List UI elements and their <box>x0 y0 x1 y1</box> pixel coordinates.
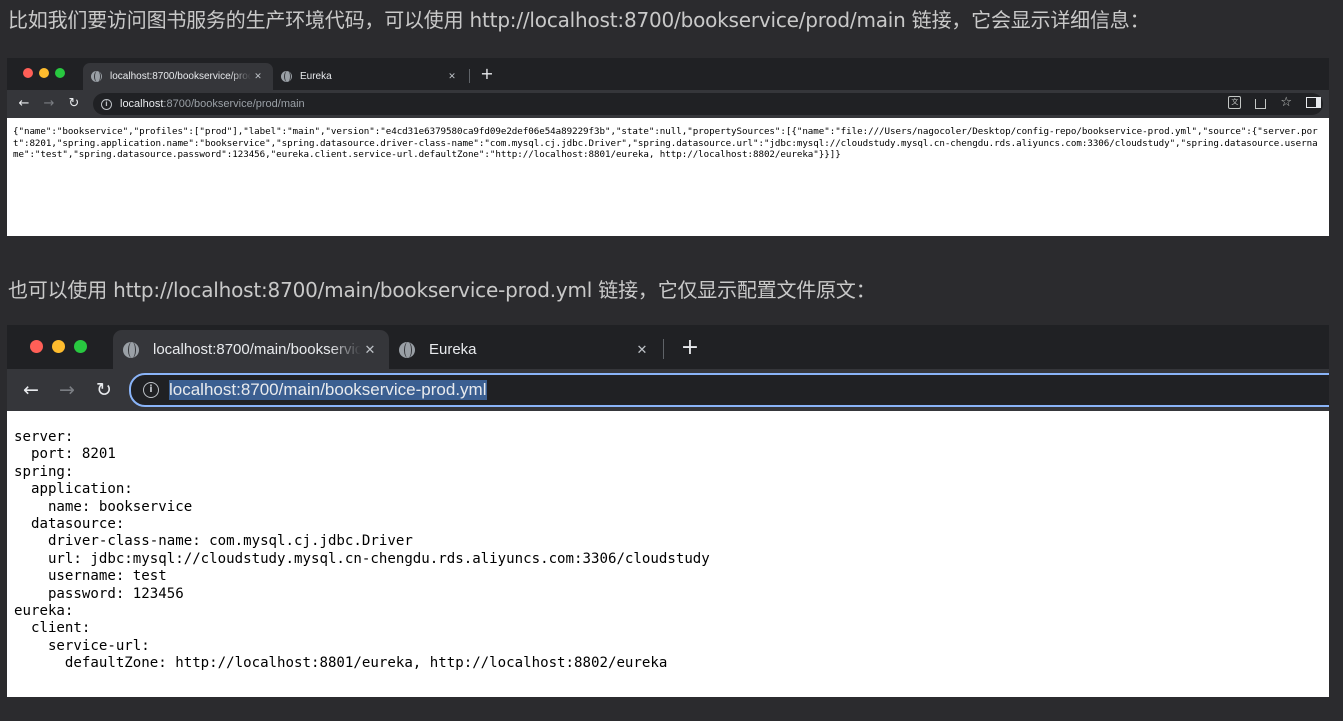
share-icon[interactable] <box>1255 99 1267 109</box>
tab-strip: localhost:8700/main/bookservice-prod.yml… <box>7 325 1329 369</box>
close-tab-icon[interactable]: ✕ <box>361 342 379 358</box>
translate-icon[interactable]: 文 <box>1228 96 1242 109</box>
json-response: {"name":"bookservice","profiles":["prod"… <box>13 126 1318 160</box>
tab-title: localhost:8700/main/bookservice-prod.yml <box>153 341 361 358</box>
new-tab-button[interactable]: + <box>477 64 497 84</box>
minimize-window-button[interactable] <box>52 340 65 353</box>
reload-button[interactable]: ↻ <box>92 378 116 402</box>
tab-bookservice-prod-yml[interactable]: localhost:8700/main/bookservice-prod.yml… <box>113 330 389 369</box>
tab-eureka[interactable]: Eureka ✕ <box>273 63 467 90</box>
info-icon[interactable]: i <box>143 382 159 398</box>
zoom-window-button[interactable] <box>55 68 65 78</box>
new-tab-button[interactable]: + <box>677 335 703 361</box>
close-tab-icon[interactable]: ✕ <box>445 71 459 82</box>
address-bar[interactable]: i localhost:8700/bookservice/prod/main <box>93 93 1323 115</box>
tab-separator <box>469 69 470 83</box>
close-tab-icon[interactable]: ✕ <box>251 71 265 82</box>
forward-button[interactable]: → <box>55 378 79 402</box>
browser-toolbar: ← → ↻ i localhost:8700/bookservice/prod/… <box>7 90 1329 118</box>
close-window-button[interactable] <box>30 340 43 353</box>
browser-window-small: localhost:8700/bookservice/prod/main ✕ E… <box>7 58 1329 236</box>
globe-icon <box>91 71 102 82</box>
tab-title: localhost:8700/bookservice/prod/main <box>110 71 251 82</box>
sidepanel-icon[interactable] <box>1306 97 1321 108</box>
forward-button[interactable]: → <box>40 95 58 113</box>
close-window-button[interactable] <box>23 68 33 78</box>
tab-eureka[interactable]: Eureka ✕ <box>389 330 661 369</box>
url-host: localhost <box>120 98 164 110</box>
url-path: :8700/bookservice/prod/main <box>163 98 305 110</box>
yaml-config-text: server: port: 8201 spring: application: … <box>14 429 710 672</box>
address-bar[interactable]: i localhost:8700/main/bookservice-prod.y… <box>129 373 1329 407</box>
url-text-selected: localhost:8700/main/bookservice-prod.yml <box>169 380 487 400</box>
zoom-window-button[interactable] <box>74 340 87 353</box>
browser-toolbar: ← → ↻ i localhost:8700/main/bookservice-… <box>7 369 1329 411</box>
page-content-json: {"name":"bookservice","profiles":["prod"… <box>7 118 1329 236</box>
globe-icon <box>399 341 415 358</box>
back-button[interactable]: ← <box>15 95 33 113</box>
page-content-yaml: server: port: 8201 spring: application: … <box>7 411 1329 697</box>
browser-window-large: localhost:8700/main/bookservice-prod.yml… <box>7 325 1329 697</box>
back-button[interactable]: ← <box>19 378 43 402</box>
caption-first: 比如我们要访问图书服务的生产环境代码，可以使用 http://localhost… <box>8 8 1150 32</box>
tab-bookservice-prod-main[interactable]: localhost:8700/bookservice/prod/main ✕ <box>83 63 273 90</box>
bookmark-star-icon[interactable]: ☆ <box>1280 96 1292 109</box>
caption-second: 也可以使用 http://localhost:8700/main/bookser… <box>8 278 876 302</box>
globe-icon <box>123 341 139 358</box>
tab-title: Eureka <box>429 341 477 358</box>
reload-button[interactable]: ↻ <box>65 95 83 113</box>
tab-strip: localhost:8700/bookservice/prod/main ✕ E… <box>7 58 1329 90</box>
tab-separator <box>663 339 664 359</box>
info-icon[interactable]: i <box>101 98 112 110</box>
toolbar-actions: 文 ☆ <box>1228 96 1321 109</box>
minimize-window-button[interactable] <box>39 68 49 78</box>
close-tab-icon[interactable]: ✕ <box>633 342 651 358</box>
tab-title: Eureka <box>300 71 332 82</box>
globe-icon <box>281 71 292 82</box>
